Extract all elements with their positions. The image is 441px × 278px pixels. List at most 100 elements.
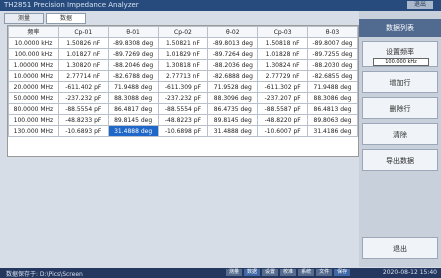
shortcut-file[interactable]: 文件 (316, 269, 333, 276)
cell[interactable]: 89.8145 deg (207, 114, 259, 126)
shortcut-setup[interactable]: 设置 (262, 269, 279, 276)
cell[interactable]: -82.6788 deg (107, 70, 159, 82)
cell[interactable]: 1.00000 MHz (8, 59, 59, 71)
cell[interactable]: 10.0000 kHz (8, 37, 59, 49)
header-cp-01: Cp-01 (57, 26, 109, 38)
cell[interactable]: -237.232 pF (157, 92, 209, 104)
cell[interactable]: 88.3086 deg (307, 92, 358, 104)
data-table: 频率 Cp-01 θ-01 Cp-02 θ-02 Cp-03 θ-03 10.0… (8, 26, 358, 137)
delete-row-button[interactable]: 删除行 (362, 97, 438, 119)
cell[interactable]: -88.5554 pF (157, 103, 209, 115)
cell[interactable]: 89.8145 deg (107, 114, 159, 126)
cell[interactable]: -88.2036 deg (207, 59, 259, 71)
header-freq: 频率 (8, 26, 59, 38)
shortcut-measure[interactable]: 测量 (226, 269, 243, 276)
table-row[interactable]: 80.0000 MHz -88.5554 pF 86.4817 deg -88.… (8, 103, 358, 115)
table-row[interactable]: 10.0000 kHz 1.50826 nF -89.8308 deg 1.50… (8, 37, 358, 49)
cell[interactable]: 1.50821 nF (157, 37, 209, 49)
cell[interactable]: 71.9488 deg (307, 81, 358, 93)
cell[interactable]: 1.30824 nF (257, 59, 309, 71)
exit-button[interactable]: 退出 (362, 237, 438, 259)
header-theta-02: θ-02 (207, 26, 259, 38)
cell[interactable]: 88.3088 deg (107, 92, 159, 104)
set-frequency-button[interactable]: 设置频率 100.000 kHz (362, 41, 438, 67)
table-row[interactable]: 50.0000 MHz -237.232 pF 88.3088 deg -237… (8, 92, 358, 104)
cell[interactable]: -82.6888 deg (207, 70, 259, 82)
add-row-button[interactable]: 增加行 (362, 71, 438, 93)
cell[interactable]: 1.01827 nF (57, 48, 109, 60)
cell[interactable]: 88.3096 deg (207, 92, 259, 104)
tab-measure[interactable]: 测量 (4, 13, 44, 24)
cell[interactable]: 71.9528 deg (207, 81, 259, 93)
cell[interactable]: 89.8063 deg (307, 114, 358, 126)
cell[interactable]: -89.7264 deg (207, 48, 259, 60)
window-exit-button[interactable]: 退出 (407, 1, 433, 9)
cell[interactable]: -88.5587 pF (257, 103, 309, 115)
cell[interactable]: -48.8233 pF (57, 114, 109, 126)
shortcut-save[interactable]: 保存 (334, 269, 351, 276)
cell[interactable]: -237.207 pF (257, 92, 309, 104)
cell[interactable]: 31.4186 deg (307, 125, 358, 137)
tab-data[interactable]: 数据 (46, 13, 86, 24)
title-bar: TH2851 Precision Impedance Analyzer 退出 (0, 0, 441, 11)
cell[interactable]: -89.7255 deg (307, 48, 358, 60)
cell[interactable]: 130.000 MHz (8, 125, 59, 137)
cell[interactable]: 86.4813 deg (307, 103, 358, 115)
cell[interactable]: -88.2046 deg (107, 59, 159, 71)
side-panel-header: 数据列表 (359, 19, 441, 37)
table-row[interactable]: 100.000 kHz 1.01827 nF -89.7269 deg 1.01… (8, 48, 358, 60)
cell[interactable]: 1.30820 nF (57, 59, 109, 71)
cell[interactable]: 71.9488 deg (107, 81, 159, 93)
table-header-row: 频率 Cp-01 θ-01 Cp-02 θ-02 Cp-03 θ-03 (8, 26, 358, 38)
app-window: TH2851 Precision Impedance Analyzer 退出 测… (0, 0, 441, 278)
status-shortcuts: 测量 数据 设置 校准 系统 文件 保存 (226, 269, 351, 276)
cell[interactable]: -48.8220 pF (257, 114, 309, 126)
table-row[interactable]: 20.0000 MHz -611.402 pF 71.9488 deg -611… (8, 81, 358, 93)
cell[interactable]: -82.6855 deg (307, 70, 358, 82)
shortcut-data[interactable]: 数据 (244, 269, 261, 276)
cell[interactable]: 50.0000 MHz (8, 92, 59, 104)
cell[interactable]: -48.8223 pF (157, 114, 209, 126)
cell[interactable]: -10.6893 pF (57, 125, 109, 137)
cell[interactable]: 1.01829 nF (157, 48, 209, 60)
table-row[interactable]: 130.000 MHz -10.6893 pF 31.4888 deg -10.… (8, 125, 358, 137)
table-row[interactable]: 100.000 MHz -48.8233 pF 89.8145 deg -48.… (8, 114, 358, 126)
cell[interactable]: 2.77714 nF (57, 70, 109, 82)
shortcut-calibration[interactable]: 校准 (280, 269, 297, 276)
cell[interactable]: -89.8013 deg (207, 37, 259, 49)
export-data-button[interactable]: 导出数据 (362, 149, 438, 171)
cell[interactable]: -88.5554 pF (57, 103, 109, 115)
cell[interactable]: -10.6898 pF (157, 125, 209, 137)
cell[interactable]: -10.6007 pF (257, 125, 309, 137)
cell[interactable]: -89.7269 deg (107, 48, 159, 60)
cell[interactable]: -88.2030 deg (307, 59, 358, 71)
cell[interactable]: 2.77729 nF (257, 70, 309, 82)
cell[interactable]: -89.8308 deg (107, 37, 159, 49)
header-cp-02: Cp-02 (157, 26, 209, 38)
cell[interactable]: -89.8007 deg (307, 37, 358, 49)
cell[interactable]: 20.0000 MHz (8, 81, 59, 93)
cell[interactable]: 100.000 MHz (8, 114, 59, 126)
main-content: 测量 数据 频率 Cp-01 θ-01 Cp-02 θ-02 Cp-03 θ-0… (2, 11, 359, 267)
cell[interactable]: -611.309 pF (157, 81, 209, 93)
cell[interactable]: 1.01828 nF (257, 48, 309, 60)
cell[interactable]: 100.000 kHz (8, 48, 59, 60)
cell[interactable]: 1.50818 nF (257, 37, 309, 49)
cell[interactable]: 10.0000 MHz (8, 70, 59, 82)
cell[interactable]: 86.4817 deg (107, 103, 159, 115)
clear-button[interactable]: 清除 (362, 123, 438, 145)
cell[interactable]: 31.4888 deg (207, 125, 259, 137)
set-frequency-field[interactable]: 100.000 kHz (373, 58, 429, 66)
table-row[interactable]: 10.0000 MHz 2.77714 nF -82.6788 deg 2.77… (8, 70, 358, 82)
cell[interactable]: 1.50826 nF (57, 37, 109, 49)
shortcut-system[interactable]: 系统 (298, 269, 315, 276)
table-row[interactable]: 1.00000 MHz 1.30820 nF -88.2046 deg 1.30… (8, 59, 358, 71)
cell[interactable]: 80.0000 MHz (8, 103, 59, 115)
selected-cell[interactable]: 31.4888 deg (107, 125, 159, 137)
cell[interactable]: -237.232 pF (57, 92, 109, 104)
cell[interactable]: -611.302 pF (257, 81, 309, 93)
cell[interactable]: -611.402 pF (57, 81, 109, 93)
cell[interactable]: 2.77713 nF (157, 70, 209, 82)
cell[interactable]: 86.4735 deg (207, 103, 259, 115)
cell[interactable]: 1.30818 nF (157, 59, 209, 71)
